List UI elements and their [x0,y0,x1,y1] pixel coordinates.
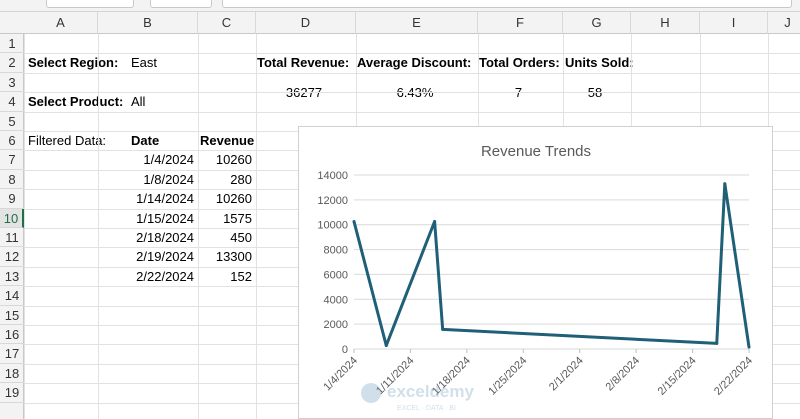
x-tick-label: 1/4/2024 [321,355,360,394]
row-header-12[interactable]: 12 [0,247,24,267]
row-header-5[interactable]: 5 [0,112,24,131]
y-tick-label: 4000 [324,294,348,306]
filtered-date-cell[interactable]: 2/22/2024 [98,267,194,286]
x-tick-label: 2/1/2024 [547,355,586,394]
column-header-h[interactable]: H [631,12,700,34]
row-header-7[interactable]: 7 [0,150,24,170]
units-sold-label: Units Sold: [565,55,634,71]
revenue-data-point [747,345,751,349]
revenue-trends-chart[interactable]: Revenue Trends 0 2000 4000 6000 8000 10000 1200… [298,126,773,419]
row-header-2[interactable]: 2 [0,53,24,73]
revenue-data-point [441,327,445,331]
date-header: Date [131,133,160,148]
y-tick-label: 0 [342,344,348,356]
column-header-f[interactable]: F [478,12,563,34]
column-header-e[interactable]: E [356,12,478,34]
column-header-j[interactable]: J [768,12,800,34]
row-header-11[interactable]: 11 [0,228,24,248]
row-header-18[interactable]: 18 [0,364,24,384]
y-tick-label: 14000 [317,170,348,182]
revenue-data-point [384,344,388,348]
row-header-14[interactable]: 14 [0,286,24,306]
filtered-revenue-cell[interactable]: 1575 [198,209,252,228]
row-header-9[interactable]: 9 [0,189,24,209]
y-tick-label: 2000 [324,319,348,331]
total-orders-label: Total Orders: [479,55,560,71]
column-header-i[interactable]: I [700,12,768,34]
filtered-date-cell[interactable]: 2/18/2024 [98,228,194,247]
y-tick-label: 12000 [317,195,348,207]
filtered-revenue-cell[interactable]: 13300 [198,247,252,266]
watermark-brand: exceldemy [387,382,474,401]
column-header-c[interactable]: C [198,12,256,34]
revenue-header: Revenue [200,133,255,148]
x-tick-label: 2/15/2024 [656,355,699,398]
column-headers: ABCDEFGHIJ [0,12,800,34]
revenue-data-point [715,341,719,345]
filtered-revenue-cell[interactable]: 152 [198,267,252,286]
row-header-10[interactable]: 10 [0,208,24,228]
total-revenue-label: Total Revenue: [257,55,350,71]
column-header-b[interactable]: B [98,12,198,34]
select-product-value[interactable]: All [131,92,145,111]
row-header-4[interactable]: 4 [0,92,24,112]
revenue-series-line [352,182,751,348]
revenue-data-point [352,219,356,223]
row-header-1[interactable]: 1 [0,34,24,54]
select-region-label: Select Region: [28,55,119,71]
select-region-value[interactable]: East [131,53,157,72]
y-tick-label: 6000 [324,269,348,281]
row-header-15[interactable]: 15 [0,306,24,325]
row-header-8[interactable]: 8 [0,170,24,190]
ribbon-box[interactable] [46,0,134,8]
row-header-13[interactable]: 13 [0,267,24,287]
filtered-date-cell[interactable]: 1/8/2024 [98,170,194,189]
filtered-date-cell[interactable]: 1/14/2024 [98,189,194,208]
formula-bar[interactable] [222,0,792,8]
y-tick-label: 10000 [317,220,348,232]
filtered-revenue-cell[interactable]: 10260 [198,189,252,208]
average-discount-label: Average Discount: [357,55,472,71]
chart-canvas: Revenue Trends 0 2000 4000 6000 8000 10000 1200… [317,143,755,398]
column-header-a[interactable]: A [24,12,98,34]
filtered-revenue-cell[interactable]: 10260 [198,150,252,169]
filtered-date-cell[interactable]: 2/19/2024 [98,247,194,266]
row-header-17[interactable]: 17 [0,344,24,364]
column-header-d[interactable]: D [256,12,356,34]
revenue-data-point [723,182,727,186]
row-header-16[interactable]: 16 [0,325,24,345]
filtered-date-cell[interactable]: 1/15/2024 [98,209,194,228]
x-tick-label: 2/22/2024 [712,355,755,398]
select-product-label: Select Product: [28,94,124,110]
row-header-6[interactable]: 6 [0,131,24,151]
row-header-19[interactable]: 19 [0,383,24,403]
row-headers: 1 2 3 4 5 6 7 8 9 10 11 12 13 14 15 16 17 18 19 [0,34,24,419]
x-tick-label: 2/8/2024 [603,355,642,394]
filtered-date-cell[interactable]: 1/4/2024 [98,150,194,169]
watermark-tagline: EXCEL · DATA · BI [397,405,456,412]
filtered-revenue-cell[interactable]: 450 [198,228,252,247]
watermark-logo: exceldemy EXCEL · DATA · BI [361,382,474,412]
chart-title: Revenue Trends [481,143,591,160]
filtered-revenue-cell[interactable]: 280 [198,170,252,189]
filtered-data-label: Filtered Data: [28,133,107,148]
revenue-data-point [433,219,437,223]
row-header-3[interactable]: 3 [0,73,24,93]
y-tick-label: 8000 [324,245,348,257]
column-header-g[interactable]: G [563,12,631,34]
ribbon-box[interactable] [150,0,212,8]
ribbon-strip [0,0,800,12]
